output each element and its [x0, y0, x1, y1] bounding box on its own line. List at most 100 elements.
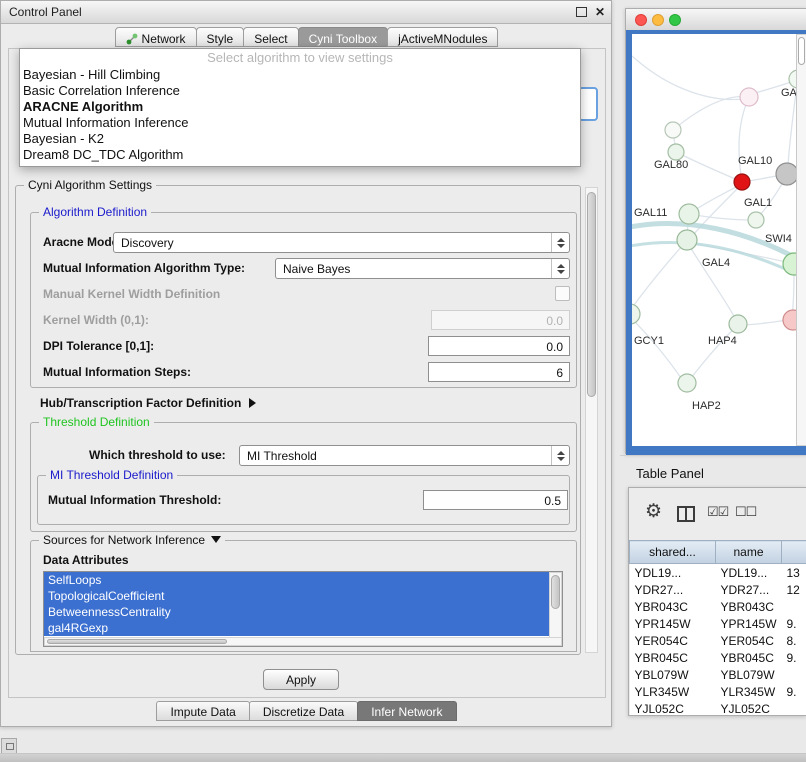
aracne-mode-combo[interactable]: Discovery	[113, 232, 570, 253]
cell[interactable]: YER054C	[630, 632, 716, 649]
popup-item-selected[interactable]: ARACNE Algorithm	[20, 99, 580, 115]
expand-down-icon[interactable]	[211, 536, 221, 543]
network-node[interactable]	[677, 230, 697, 250]
popup-item[interactable]: Dream8 DC_TDC Algorithm	[20, 147, 580, 163]
settings-vscrollbar[interactable]	[585, 187, 598, 653]
popup-item[interactable]: Mutual Information Inference	[20, 115, 580, 131]
select-all-checkboxes-icon[interactable]: ☑☑	[707, 504, 728, 520]
network-node[interactable]	[783, 253, 796, 275]
tab-jactivemnodules[interactable]: jActiveMNodules	[387, 27, 498, 47]
cell[interactable]: 12	[782, 581, 806, 598]
network-node[interactable]	[678, 374, 696, 392]
cell[interactable]: YBR043C	[716, 598, 782, 615]
popup-item[interactable]: Basic Correlation Inference	[20, 83, 580, 99]
cell[interactable]: YDR27...	[630, 581, 716, 598]
gear-icon[interactable]: ⚙	[645, 500, 662, 523]
focused-scroll-fragment[interactable]	[578, 87, 598, 121]
manual-kernel-checkbox[interactable]	[555, 286, 570, 301]
network-node[interactable]	[665, 122, 681, 138]
minimize-traffic-light-icon[interactable]	[652, 14, 664, 26]
tab-cyni-toolbox[interactable]: Cyni Toolbox	[298, 27, 388, 47]
cell[interactable]: YBR045C	[716, 649, 782, 666]
cell[interactable]: YER054C	[716, 632, 782, 649]
list-item[interactable]: SelfLoops	[44, 572, 549, 588]
tab-style[interactable]: Style	[196, 27, 245, 47]
cell[interactable]	[782, 700, 806, 716]
cell[interactable]: 13	[782, 564, 806, 582]
cell[interactable]: YPR145W	[630, 615, 716, 632]
cell[interactable]: 9.	[782, 683, 806, 700]
tab-impute-data[interactable]: Impute Data	[156, 701, 249, 721]
apply-button[interactable]: Apply	[263, 669, 339, 690]
cell[interactable]: YLR345W	[716, 683, 782, 700]
dpi-tolerance-field[interactable]: 0.0	[428, 336, 570, 356]
cell[interactable]: YLR345W	[630, 683, 716, 700]
combo-stepper-icon[interactable]	[551, 233, 569, 252]
network-node[interactable]	[740, 88, 758, 106]
combo-stepper-icon[interactable]	[551, 259, 569, 278]
cell[interactable]: YJL052C	[716, 700, 782, 716]
list-vscrollbar[interactable]	[549, 572, 562, 638]
cell[interactable]	[782, 666, 806, 683]
table-row[interactable]: YPR145WYPR145W9.	[630, 615, 806, 632]
network-node-pink[interactable]	[783, 310, 796, 330]
network-node-red[interactable]	[734, 174, 750, 190]
network-canvas[interactable]: GAL80 GAL10 GAL11 GAL1 SWI4 GAL4 GCY1 HA…	[632, 34, 796, 446]
table-row[interactable]: YDR27...YDR27...12	[630, 581, 806, 598]
tab-network[interactable]: Network	[115, 27, 197, 47]
mi-threshold-field[interactable]: 0.5	[423, 490, 568, 510]
cell[interactable]: 9.	[782, 615, 806, 632]
list-item[interactable]: gal4RGexp	[44, 620, 549, 636]
cell[interactable]: YJL052C	[630, 700, 716, 716]
tab-infer-network[interactable]: Infer Network	[357, 701, 456, 721]
list-hscrollbar[interactable]	[44, 637, 562, 646]
scrollbar-thumb[interactable]	[587, 192, 596, 397]
scrollbar-thumb[interactable]	[798, 37, 805, 65]
cell[interactable]: YDL19...	[716, 564, 782, 582]
mi-type-combo[interactable]: Naive Bayes	[275, 258, 570, 279]
tab-discretize-data[interactable]: Discretize Data	[249, 701, 358, 721]
table-row[interactable]: YLR345WYLR345W9.	[630, 683, 806, 700]
cell[interactable]: 9.	[782, 649, 806, 666]
cell[interactable]: 8.	[782, 632, 806, 649]
popup-item[interactable]: Bayesian - Hill Climbing	[20, 67, 580, 83]
cell[interactable]: YPR145W	[716, 615, 782, 632]
table-row[interactable]: YJL052CYJL052C	[630, 700, 806, 716]
network-node[interactable]	[789, 70, 796, 88]
float-window-icon[interactable]	[576, 7, 587, 17]
combo-stepper-icon[interactable]	[551, 446, 569, 465]
list-item[interactable]: TopologicalCoefficient	[44, 588, 549, 604]
data-attributes-list[interactable]: SelfLoops TopologicalCoefficient Between…	[43, 571, 563, 647]
table-row[interactable]: YBL079WYBL079W	[630, 666, 806, 683]
cell[interactable]: YDL19...	[630, 564, 716, 582]
which-threshold-combo[interactable]: MI Threshold	[239, 445, 570, 466]
cell[interactable]: YBL079W	[716, 666, 782, 683]
deselect-all-checkboxes-icon[interactable]: ☐☐	[735, 504, 756, 520]
network-node[interactable]	[679, 204, 699, 224]
expand-right-icon[interactable]	[249, 398, 256, 408]
popup-item[interactable]: Bayesian - K2	[20, 131, 580, 147]
cell[interactable]: YBR045C	[630, 649, 716, 666]
network-node[interactable]	[748, 212, 764, 228]
cell[interactable]: YBR043C	[630, 598, 716, 615]
zoom-traffic-light-icon[interactable]	[669, 14, 681, 26]
table-row[interactable]: YBR043CYBR043C	[630, 598, 806, 615]
network-node[interactable]	[668, 144, 684, 160]
network-window-titlebar[interactable]	[626, 9, 806, 31]
network-node[interactable]	[729, 315, 747, 333]
table-row[interactable]: YBR045CYBR045C9.	[630, 649, 806, 666]
column-header-partial[interactable]	[782, 541, 806, 564]
mi-steps-field[interactable]: 6	[428, 362, 570, 382]
list-item[interactable]: BetweennessCentrality	[44, 604, 549, 620]
column-header-name[interactable]: name	[716, 541, 782, 564]
kernel-width-field[interactable]: 0.0	[431, 310, 570, 330]
scrollbar-thumb[interactable]	[551, 575, 560, 609]
cell[interactable]	[782, 598, 806, 615]
close-icon[interactable]: ✕	[595, 7, 605, 17]
table-row[interactable]: YDL19...YDL19...13	[630, 564, 806, 582]
tab-select[interactable]: Select	[243, 27, 298, 47]
network-node-gray[interactable]	[776, 163, 796, 185]
cell[interactable]: YDR27...	[716, 581, 782, 598]
sources-toggle[interactable]: Sources for Network Inference	[39, 533, 225, 547]
columns-icon[interactable]	[677, 506, 695, 522]
